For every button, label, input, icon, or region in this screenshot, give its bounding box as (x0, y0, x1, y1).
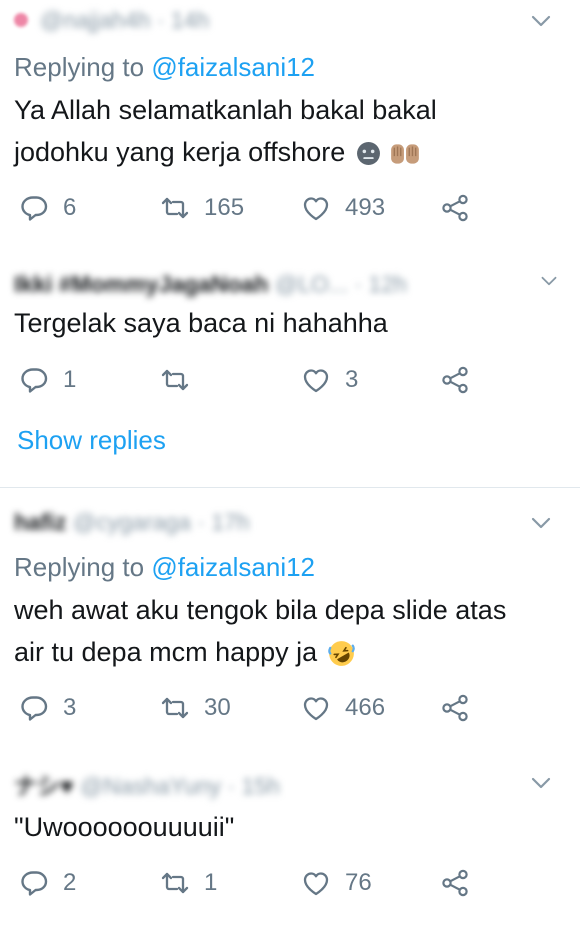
like-button[interactable]: 76 (301, 863, 372, 903)
like-button[interactable]: 466 (301, 688, 385, 728)
author-handle[interactable]: @cygaraga (73, 509, 191, 535)
replying-label: Replying to (14, 552, 145, 582)
retweet-icon (161, 872, 189, 894)
retweet-count: 1 (204, 869, 218, 896)
reply-count: 3 (63, 694, 77, 721)
reply-button[interactable]: 6 (19, 188, 76, 228)
tweet-header: Ikki #MommyJagaNoah @LO... · 12h (14, 270, 407, 298)
retweet-button[interactable]: 1 (160, 863, 217, 903)
tweet-text-line: jodohku yang kerja offshore (14, 137, 346, 167)
share-icon (442, 194, 468, 222)
author-meta: @najjah4h · 14h (40, 6, 210, 33)
retweet-button[interactable]: 165 (160, 188, 244, 228)
tweet-text: Ya Allah selamatkanlah bakal bakal jodoh… (14, 89, 560, 173)
retweet-icon (161, 697, 189, 719)
author-name[interactable]: hafiz (14, 509, 66, 535)
tweet-text: weh awat aku tengok bila depa slide atas… (14, 589, 560, 673)
tweet-text-line-2: jodohku yang kerja offshore (14, 131, 560, 173)
like-count: 466 (345, 694, 386, 721)
heart-icon (303, 872, 329, 896)
tweet-1[interactable]: @najjah4h · 14h Replying to @faizalsani1… (0, 0, 580, 240)
retweet-button[interactable] (160, 360, 204, 400)
like-count: 76 (345, 869, 372, 896)
heart-icon (303, 697, 329, 721)
timestamp: 15h (241, 773, 280, 799)
chevron-down-icon[interactable] (530, 772, 552, 794)
reply-count: 6 (63, 194, 77, 221)
timestamp: 12h (368, 270, 407, 297)
share-button[interactable] (440, 688, 470, 728)
retweet-count: 165 (204, 194, 245, 221)
reply-count: 1 (63, 366, 77, 393)
tweet-text-line: air tu depa mcm happy ja (14, 637, 318, 667)
author-meta: ナシ♥ @NashaYuny · 15h (14, 773, 280, 799)
tweet-actions: 6 165 493 (0, 188, 580, 228)
avatar[interactable] (14, 13, 28, 27)
rolling-laughing-emoji-icon (327, 641, 355, 667)
tweet-text-line-2: air tu depa mcm happy ja (14, 631, 560, 673)
replying-label: Replying to (14, 52, 145, 82)
tweet-actions: 1 3 (0, 360, 580, 400)
author-meta: Ikki #MommyJagaNoah @LO... · 12h (14, 270, 407, 297)
tweet-text-line: weh awat aku tengok bila depa slide atas (14, 595, 507, 625)
reply-icon (21, 196, 48, 221)
chevron-down-icon[interactable] (540, 272, 558, 290)
chevron-down-icon[interactable] (530, 10, 552, 32)
tweet-actions: 3 30 466 (0, 688, 580, 728)
reply-icon (21, 871, 48, 896)
author-handle[interactable]: @najjah4h (40, 7, 150, 33)
heart-icon (303, 197, 329, 221)
tweet-actions: 2 1 76 (0, 863, 580, 903)
replying-to: Replying to @faizalsani12 (14, 52, 315, 83)
reply-icon (21, 368, 48, 393)
like-count: 3 (345, 366, 359, 393)
author-meta: hafiz @cygaraga · 17h (14, 508, 250, 535)
neutral-face-emoji-icon (356, 142, 380, 166)
tweet-text: "Uwoooooouuuuii" (14, 806, 560, 848)
author-name[interactable]: Ikki #MommyJagaNoah (14, 271, 268, 297)
tweet-text-line: Tergelak saya baca ni hahahha (14, 308, 388, 338)
tweet-header: ナシ♥ @NashaYuny · 15h (14, 770, 280, 799)
replying-handle[interactable]: @faizalsani12 (151, 552, 315, 582)
tweet-4[interactable]: ナシ♥ @NashaYuny · 15h "Uwoooooouuuuii" 2 … (0, 768, 580, 926)
reply-icon (21, 696, 48, 721)
reply-button[interactable]: 1 (19, 360, 76, 400)
reply-button[interactable]: 2 (19, 863, 76, 903)
retweet-button[interactable]: 30 (160, 688, 231, 728)
author-handle[interactable]: @LO... (275, 271, 348, 297)
tweet-header: @najjah4h · 14h (14, 6, 209, 34)
timestamp: 14h (170, 6, 210, 33)
tweet-3[interactable]: hafiz @cygaraga · 17h Replying to @faiza… (0, 500, 580, 740)
like-button[interactable]: 493 (301, 188, 385, 228)
heart-icon (303, 369, 329, 393)
share-button[interactable] (440, 863, 470, 903)
retweet-count: 30 (204, 694, 231, 721)
like-button[interactable]: 3 (301, 360, 358, 400)
chevron-down-icon[interactable] (530, 512, 552, 534)
tweet-2[interactable]: Ikki #MommyJagaNoah @LO... · 12h Tergela… (0, 262, 580, 487)
retweet-icon (161, 197, 189, 219)
share-button[interactable] (440, 188, 470, 228)
tweet-text: Tergelak saya baca ni hahahha (14, 302, 560, 344)
replying-handle[interactable]: @faizalsani12 (151, 52, 315, 82)
share-icon (442, 366, 468, 394)
tweet-text-line: Ya Allah selamatkanlah bakal bakal (14, 95, 437, 125)
share-button[interactable] (440, 360, 470, 400)
praying-hands-emoji-icon (391, 144, 420, 164)
thread-divider (0, 487, 580, 488)
tweet-header: hafiz @cygaraga · 17h (14, 508, 250, 536)
share-icon (442, 694, 468, 722)
share-icon (442, 869, 468, 897)
reply-button[interactable]: 3 (19, 688, 76, 728)
tweet-text-line: "Uwoooooouuuuii" (14, 812, 235, 842)
timestamp: 17h (211, 508, 250, 535)
author-name[interactable]: ナシ♥ (14, 773, 74, 799)
replying-to: Replying to @faizalsani12 (14, 552, 315, 583)
like-count: 493 (345, 194, 386, 221)
show-replies-link[interactable]: Show replies (17, 425, 166, 456)
reply-count: 2 (63, 869, 77, 896)
author-handle[interactable]: @NashaYuny (80, 773, 221, 799)
retweet-icon (161, 369, 189, 391)
